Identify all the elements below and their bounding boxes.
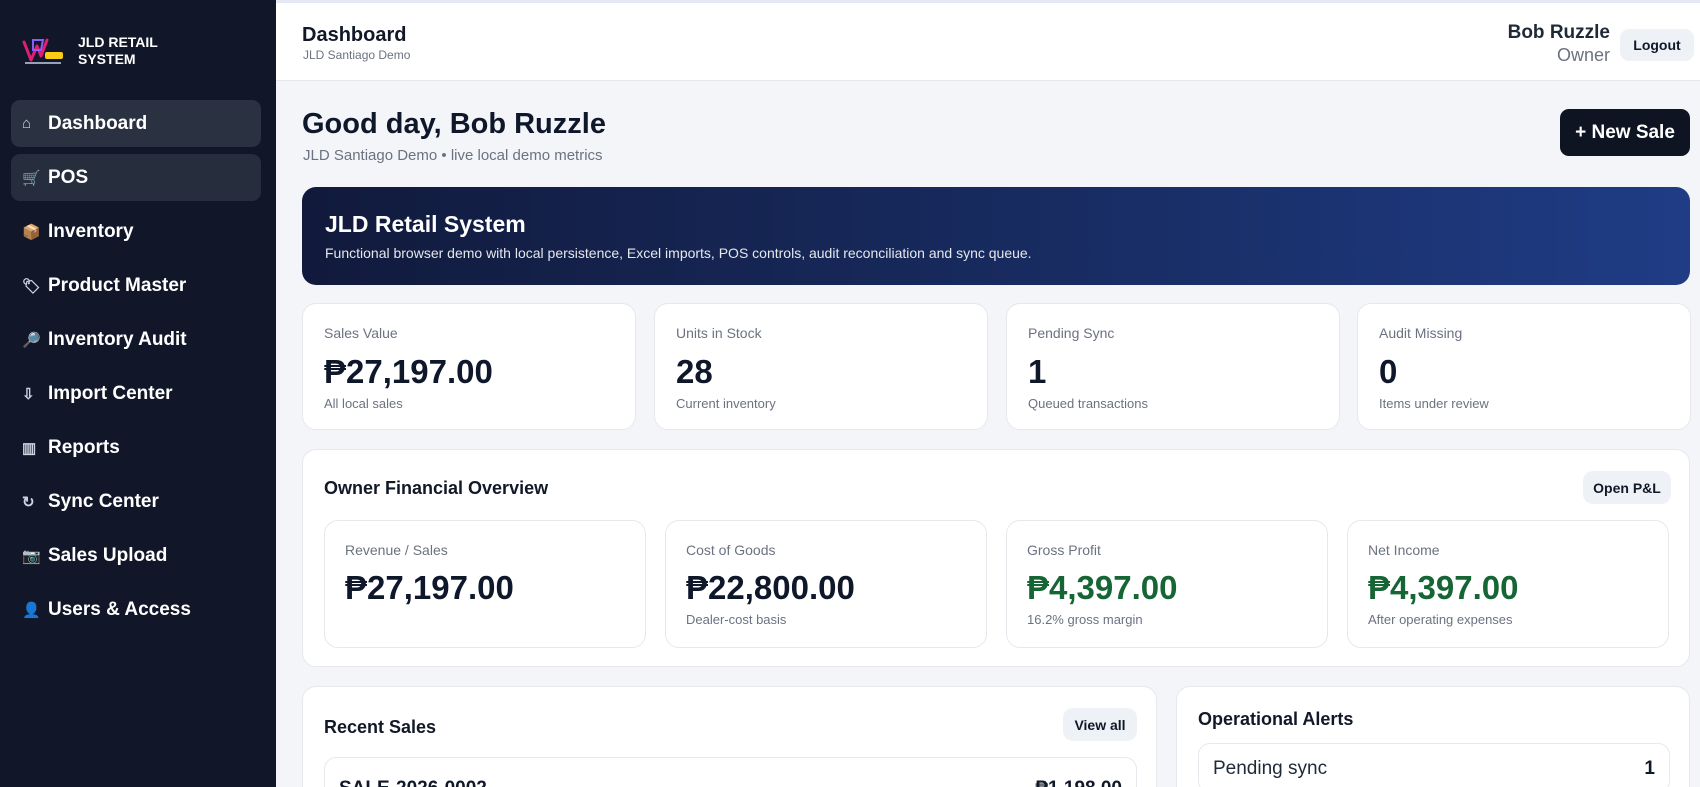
owner-financial-overview: Owner Financial Overview Open P&L Revenu… [302,449,1690,667]
greeting-subtitle: JLD Santiago Demo • live local demo metr… [303,147,603,164]
fin-value: ₱27,197.00 [345,569,514,606]
sidebar: JLD RETAIL SYSTEM ⌂ Dashboard 🛒 POS 📦 In… [0,0,276,787]
brand[interactable]: JLD RETAIL SYSTEM [20,34,198,68]
sidebar-item-inventory[interactable]: 📦 Inventory [11,208,261,255]
page-title: Dashboard [302,24,407,46]
fin-label: Net Income [1368,542,1440,558]
operational-alerts-panel: Operational Alerts Pending sync 1 [1176,686,1690,787]
sale-id: SALE-2026-0002 [339,778,487,787]
brand-logo-icon [20,34,66,68]
fin-label: Cost of Goods [686,542,776,558]
fin-card-revenue: Revenue / Sales ₱27,197.00 [324,520,646,648]
fin-value: ₱22,800.00 [686,569,855,606]
page-subtitle: JLD Santiago Demo [303,48,411,62]
brand-name: JLD RETAIL SYSTEM [78,34,158,67]
kpi-caption: All local sales [324,396,403,411]
alert-row[interactable]: Pending sync 1 [1198,743,1670,787]
kpi-caption: Queued transactions [1028,396,1148,411]
fin-label: Revenue / Sales [345,542,448,558]
hero-text: Functional browser demo with local persi… [325,245,1032,261]
kpi-value: 28 [676,353,713,390]
panel-title: Owner Financial Overview [324,478,549,498]
fin-card-gross-profit: Gross Profit ₱4,397.00 16.2% gross margi… [1006,520,1328,648]
sidebar-item-label: Reports [48,436,120,458]
sidebar-item-import-center[interactable]: ⇩ Import Center [11,370,261,417]
kpi-card-pending-sync: Pending Sync 1 Queued transactions [1006,303,1340,430]
panel-title: Recent Sales [324,717,437,737]
hero-banner: JLD Retail System Functional browser dem… [302,187,1690,285]
fin-label: Gross Profit [1027,542,1101,558]
sidebar-item-label: Users & Access [48,598,191,620]
alert-label: Pending sync [1213,758,1328,779]
topbar: Dashboard JLD Santiago Demo Bob Ruzzle O… [276,0,1700,81]
greeting-heading: Good day, Bob Ruzzle [302,108,606,140]
fin-value: ₱4,397.00 [1368,569,1519,606]
fin-card-net-income: Net Income ₱4,397.00 After operating exp… [1347,520,1669,648]
fin-caption: 16.2% gross margin [1027,612,1143,627]
kpi-card-sales-value: Sales Value ₱27,197.00 All local sales [302,303,636,430]
kpi-label: Units in Stock [676,325,762,341]
sidebar-nav: ⌂ Dashboard 🛒 POS 📦 Inventory 🏷 Product … [11,100,261,640]
package-icon: 📦 [22,223,41,241]
download-icon: ⇩ [22,385,35,403]
sidebar-item-label: Sync Center [48,490,159,512]
kpi-label: Audit Missing [1379,325,1463,341]
kpi-caption: Items under review [1379,396,1489,411]
sidebar-item-pos[interactable]: 🛒 POS [11,154,261,201]
home-icon: ⌂ [22,115,32,132]
sidebar-item-reports[interactable]: ▥ Reports [11,424,261,471]
kpi-value: ₱27,197.00 [324,353,493,390]
sidebar-item-label: Inventory Audit [48,328,187,350]
hero-title: JLD Retail System [325,211,526,237]
kpi-label: Pending Sync [1028,325,1115,341]
recent-sales-panel: Recent Sales View all SALE-2026-0002 ₱1,… [302,686,1157,787]
sidebar-item-users-access[interactable]: 👤 Users & Access [11,586,261,633]
kpi-card-audit-missing: Audit Missing 0 Items under review [1357,303,1691,430]
sidebar-item-sales-upload[interactable]: 📷 Sales Upload [11,532,261,579]
sidebar-item-product-master[interactable]: 🏷 Product Master [11,262,261,309]
sidebar-item-inventory-audit[interactable]: 🔎 Inventory Audit [11,316,261,363]
magnifier-icon: 🔎 [22,331,41,349]
sidebar-item-label: Import Center [48,382,173,404]
logout-button[interactable]: Logout [1620,29,1694,61]
tag-icon: 🏷 [22,277,42,295]
sidebar-item-sync-center[interactable]: ↻ Sync Center [11,478,261,525]
sidebar-item-label: POS [48,166,89,188]
view-all-button[interactable]: View all [1063,708,1137,741]
new-sale-button[interactable]: + New Sale [1560,109,1690,156]
sale-row[interactable]: SALE-2026-0002 ₱1,198.00 [324,757,1137,787]
kpi-value: 0 [1379,353,1398,390]
fin-card-cost-of-goods: Cost of Goods ₱22,800.00 Dealer-cost bas… [665,520,987,648]
kpi-caption: Current inventory [676,396,776,411]
camera-icon: 📷 [22,547,41,565]
kpi-value: 1 [1028,353,1047,390]
fin-caption: After operating expenses [1368,612,1513,627]
bar-chart-icon: ▥ [22,439,37,457]
user-name: Bob Ruzzle [1507,22,1610,43]
panel-title: Operational Alerts [1198,709,1354,729]
fin-value: ₱4,397.00 [1027,569,1178,606]
fin-caption: Dealer-cost basis [686,612,787,627]
open-pl-button[interactable]: Open P&L [1583,471,1671,504]
user-icon: 👤 [22,601,41,619]
sale-amount: ₱1,198.00 [1035,778,1122,787]
alert-count: 1 [1644,758,1655,779]
sidebar-item-label: Dashboard [48,112,148,134]
sidebar-item-label: Sales Upload [48,544,168,566]
sidebar-item-label: Product Master [48,274,187,296]
cart-icon: 🛒 [22,169,41,187]
refresh-icon: ↻ [22,493,35,511]
kpi-label: Sales Value [324,325,398,341]
sidebar-item-label: Inventory [48,220,134,242]
sidebar-item-dashboard[interactable]: ⌂ Dashboard [11,100,261,147]
user-role: Owner [1556,45,1610,65]
kpi-card-units-in-stock: Units in Stock 28 Current inventory [654,303,988,430]
